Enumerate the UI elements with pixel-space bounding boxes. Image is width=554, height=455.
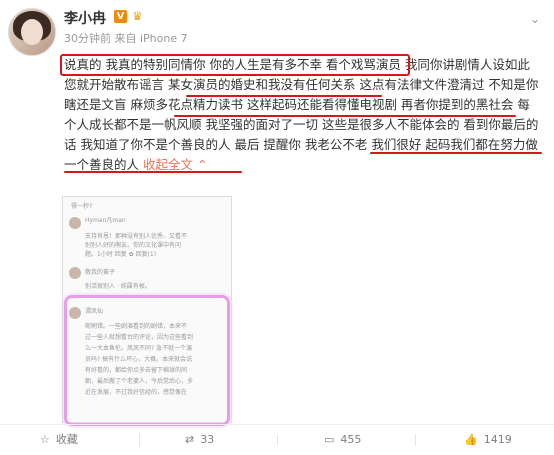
repost-icon: ⇄ — [185, 433, 195, 446]
screenshot-avatar — [69, 267, 81, 279]
underline-mark — [174, 115, 516, 117]
author-name[interactable]: 李小冉 — [64, 8, 106, 28]
favorite-label: 收藏 — [55, 433, 78, 446]
favorite-button[interactable]: ☆ 收藏 — [40, 425, 78, 455]
screenshot-line: 题。1小时 回复 ✿ 回复(1) — [85, 251, 157, 258]
comment-icon: ▭ — [324, 433, 335, 446]
comment-button[interactable]: ▭ 455 — [324, 425, 361, 455]
like-count: 1419 — [483, 433, 512, 446]
screenshot-avatar — [69, 217, 81, 229]
chevron-down-icon[interactable]: ⌄ — [530, 12, 540, 26]
weibo-post: 李小冉 V ♛ 30分钟前 来自 iPhone 7 ⌄ 说真的 我真的特别同情你… — [0, 0, 554, 454]
avatar[interactable] — [8, 8, 56, 56]
underline-mark — [370, 152, 542, 154]
chevron-up-icon[interactable]: ⌃ — [193, 157, 207, 172]
action-bar: ☆ 收藏 ⇄ 33 ▭ 455 👍 1419 — [0, 424, 554, 455]
repost-button[interactable]: ⇄ 33 — [185, 425, 214, 455]
divider — [139, 434, 140, 446]
divider — [277, 434, 278, 446]
underline-mark — [186, 95, 382, 97]
pink-highlight-circle — [64, 295, 230, 426]
screenshot-line: Hyman凡man — [85, 217, 126, 224]
collapse-link[interactable]: 收起全文 — [143, 157, 193, 172]
screenshot-line: 支持肖恩！那种没有别人优秀、又看不 — [85, 233, 188, 240]
member-crown-icon: ♛ — [132, 9, 143, 23]
avatar-face — [21, 19, 43, 45]
repost-count: 33 — [200, 433, 215, 446]
screenshot-line: 别别人好的啊友。你的文化课中有问 — [85, 242, 182, 249]
screenshot-line: 别活很别人 · 纯属有帧。 — [85, 283, 151, 290]
like-button[interactable]: 👍 1419 — [464, 425, 512, 455]
post-meta: 30分钟前 来自 iPhone 7 — [64, 32, 188, 45]
comment-count: 455 — [340, 433, 362, 446]
star-icon: ☆ — [40, 433, 50, 446]
verified-badge-icon: V — [114, 10, 127, 23]
like-icon: 👍 — [464, 433, 478, 446]
divider — [415, 434, 416, 446]
screenshot-line: 得一秒? — [71, 203, 93, 210]
screenshot-line: 敬我的黄子 — [85, 269, 116, 276]
underline-mark — [64, 171, 242, 173]
